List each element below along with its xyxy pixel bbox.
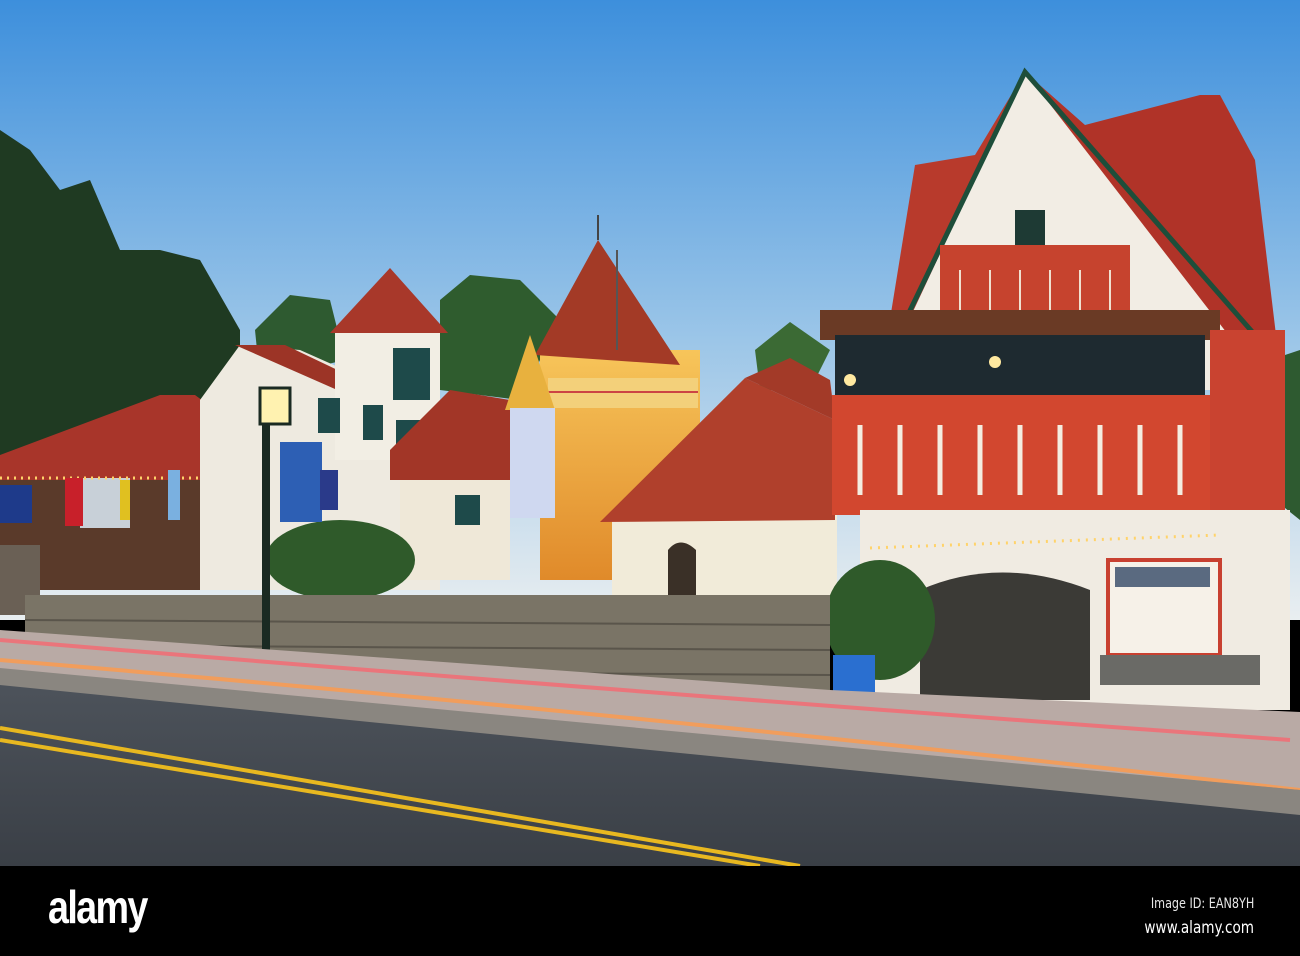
watermark-footer: alamy Image ID: EAN8YH www.alamy.com (0, 866, 1300, 956)
site-url: www.alamy.com (1144, 918, 1254, 938)
alamy-logo: alamy (48, 881, 148, 933)
shrub (265, 520, 415, 600)
village-street-scene (0, 0, 1300, 866)
stock-photo: alamy Image ID: EAN8YH www.alamy.com (0, 0, 1300, 956)
image-id: Image ID: EAN8YH (1150, 896, 1254, 912)
